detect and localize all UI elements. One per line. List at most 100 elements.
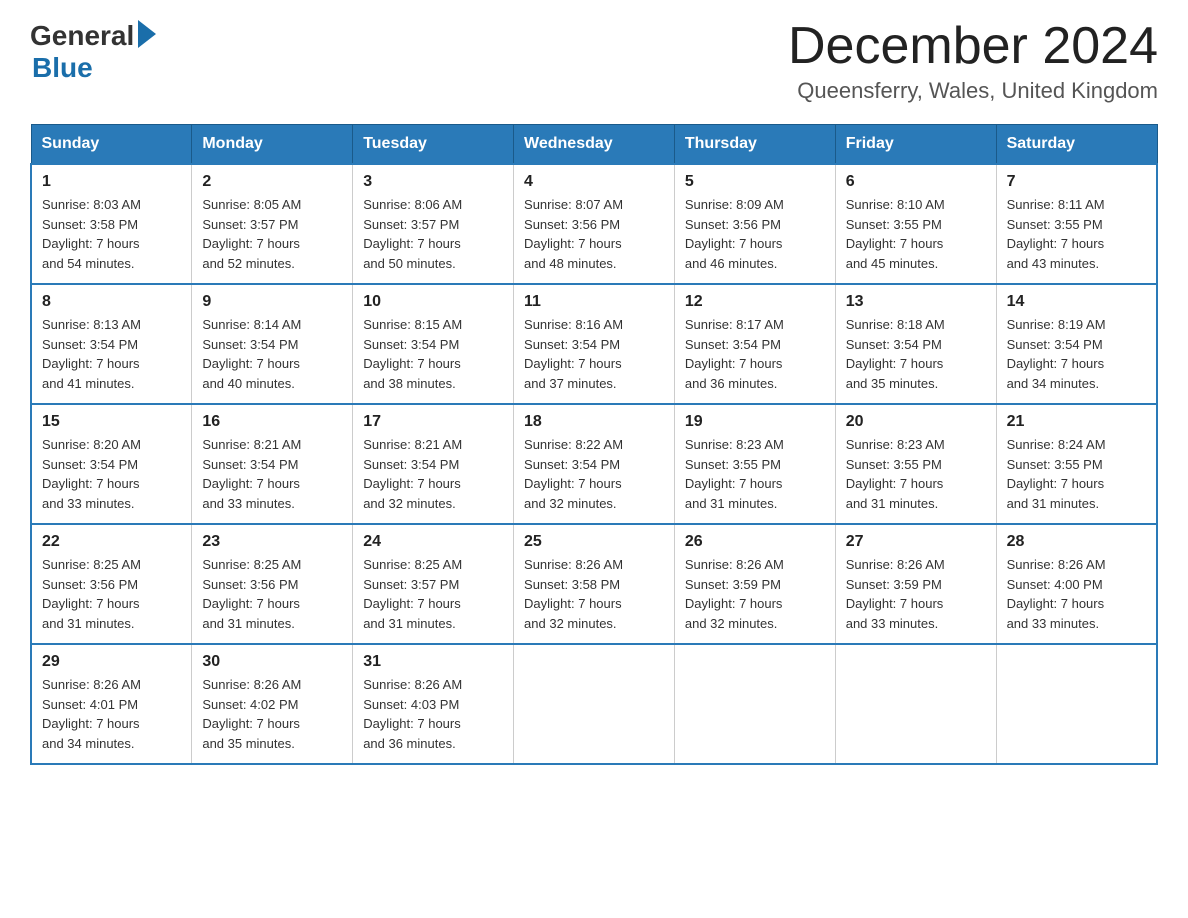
location-text: Queensferry, Wales, United Kingdom [788,78,1158,104]
logo-arrow-icon [138,20,156,48]
calendar-cell: 5 Sunrise: 8:09 AMSunset: 3:56 PMDayligh… [674,164,835,284]
calendar-cell: 21 Sunrise: 8:24 AMSunset: 3:55 PMDaylig… [996,404,1157,524]
day-number: 17 [363,413,503,431]
calendar-cell [514,644,675,764]
day-info: Sunrise: 8:21 AMSunset: 3:54 PMDaylight:… [202,437,301,511]
logo-blue-text: Blue [32,52,93,84]
logo-general-text: General [30,20,134,52]
day-info: Sunrise: 8:23 AMSunset: 3:55 PMDaylight:… [846,437,945,511]
month-title: December 2024 [788,20,1158,72]
calendar-cell: 1 Sunrise: 8:03 AMSunset: 3:58 PMDayligh… [31,164,192,284]
day-number: 3 [363,173,503,191]
calendar-cell: 25 Sunrise: 8:26 AMSunset: 3:58 PMDaylig… [514,524,675,644]
day-number: 15 [42,413,181,431]
header-row: Sunday Monday Tuesday Wednesday Thursday… [31,125,1157,165]
col-wednesday: Wednesday [514,125,675,165]
day-info: Sunrise: 8:26 AMSunset: 4:00 PMDaylight:… [1007,557,1106,631]
calendar-cell: 4 Sunrise: 8:07 AMSunset: 3:56 PMDayligh… [514,164,675,284]
calendar-cell [996,644,1157,764]
calendar-cell: 2 Sunrise: 8:05 AMSunset: 3:57 PMDayligh… [192,164,353,284]
day-number: 28 [1007,533,1146,551]
day-number: 8 [42,293,181,311]
day-number: 25 [524,533,664,551]
day-number: 11 [524,293,664,311]
calendar-cell: 12 Sunrise: 8:17 AMSunset: 3:54 PMDaylig… [674,284,835,404]
day-info: Sunrise: 8:14 AMSunset: 3:54 PMDaylight:… [202,317,301,391]
page-header: General Blue December 2024 Queensferry, … [30,20,1158,104]
calendar-cell: 30 Sunrise: 8:26 AMSunset: 4:02 PMDaylig… [192,644,353,764]
day-info: Sunrise: 8:13 AMSunset: 3:54 PMDaylight:… [42,317,141,391]
day-info: Sunrise: 8:25 AMSunset: 3:56 PMDaylight:… [202,557,301,631]
day-info: Sunrise: 8:22 AMSunset: 3:54 PMDaylight:… [524,437,623,511]
calendar-cell: 11 Sunrise: 8:16 AMSunset: 3:54 PMDaylig… [514,284,675,404]
day-info: Sunrise: 8:16 AMSunset: 3:54 PMDaylight:… [524,317,623,391]
day-number: 31 [363,653,503,671]
calendar-cell: 18 Sunrise: 8:22 AMSunset: 3:54 PMDaylig… [514,404,675,524]
day-info: Sunrise: 8:26 AMSunset: 3:59 PMDaylight:… [846,557,945,631]
calendar-week-row: 8 Sunrise: 8:13 AMSunset: 3:54 PMDayligh… [31,284,1157,404]
calendar-cell: 19 Sunrise: 8:23 AMSunset: 3:55 PMDaylig… [674,404,835,524]
calendar-cell: 9 Sunrise: 8:14 AMSunset: 3:54 PMDayligh… [192,284,353,404]
logo: General Blue [30,20,156,84]
calendar-table: Sunday Monday Tuesday Wednesday Thursday… [30,124,1158,765]
title-block: December 2024 Queensferry, Wales, United… [788,20,1158,104]
calendar-week-row: 15 Sunrise: 8:20 AMSunset: 3:54 PMDaylig… [31,404,1157,524]
day-info: Sunrise: 8:17 AMSunset: 3:54 PMDaylight:… [685,317,784,391]
day-info: Sunrise: 8:20 AMSunset: 3:54 PMDaylight:… [42,437,141,511]
calendar-cell: 26 Sunrise: 8:26 AMSunset: 3:59 PMDaylig… [674,524,835,644]
calendar-cell: 10 Sunrise: 8:15 AMSunset: 3:54 PMDaylig… [353,284,514,404]
day-info: Sunrise: 8:25 AMSunset: 3:56 PMDaylight:… [42,557,141,631]
col-friday: Friday [835,125,996,165]
calendar-cell: 16 Sunrise: 8:21 AMSunset: 3:54 PMDaylig… [192,404,353,524]
day-number: 2 [202,173,342,191]
day-number: 23 [202,533,342,551]
day-number: 22 [42,533,181,551]
day-number: 16 [202,413,342,431]
day-info: Sunrise: 8:24 AMSunset: 3:55 PMDaylight:… [1007,437,1106,511]
day-number: 9 [202,293,342,311]
calendar-cell: 28 Sunrise: 8:26 AMSunset: 4:00 PMDaylig… [996,524,1157,644]
day-info: Sunrise: 8:05 AMSunset: 3:57 PMDaylight:… [202,197,301,271]
calendar-week-row: 29 Sunrise: 8:26 AMSunset: 4:01 PMDaylig… [31,644,1157,764]
calendar-cell: 15 Sunrise: 8:20 AMSunset: 3:54 PMDaylig… [31,404,192,524]
day-number: 20 [846,413,986,431]
col-thursday: Thursday [674,125,835,165]
calendar-week-row: 1 Sunrise: 8:03 AMSunset: 3:58 PMDayligh… [31,164,1157,284]
day-info: Sunrise: 8:15 AMSunset: 3:54 PMDaylight:… [363,317,462,391]
day-info: Sunrise: 8:26 AMSunset: 3:58 PMDaylight:… [524,557,623,631]
calendar-cell [835,644,996,764]
day-number: 29 [42,653,181,671]
calendar-cell: 31 Sunrise: 8:26 AMSunset: 4:03 PMDaylig… [353,644,514,764]
day-number: 26 [685,533,825,551]
col-monday: Monday [192,125,353,165]
calendar-cell: 24 Sunrise: 8:25 AMSunset: 3:57 PMDaylig… [353,524,514,644]
calendar-cell: 20 Sunrise: 8:23 AMSunset: 3:55 PMDaylig… [835,404,996,524]
day-number: 7 [1007,173,1146,191]
day-info: Sunrise: 8:09 AMSunset: 3:56 PMDaylight:… [685,197,784,271]
day-number: 19 [685,413,825,431]
calendar-cell: 8 Sunrise: 8:13 AMSunset: 3:54 PMDayligh… [31,284,192,404]
calendar-cell: 6 Sunrise: 8:10 AMSunset: 3:55 PMDayligh… [835,164,996,284]
day-number: 24 [363,533,503,551]
calendar-cell: 14 Sunrise: 8:19 AMSunset: 3:54 PMDaylig… [996,284,1157,404]
day-number: 4 [524,173,664,191]
day-number: 18 [524,413,664,431]
col-saturday: Saturday [996,125,1157,165]
calendar-week-row: 22 Sunrise: 8:25 AMSunset: 3:56 PMDaylig… [31,524,1157,644]
day-info: Sunrise: 8:21 AMSunset: 3:54 PMDaylight:… [363,437,462,511]
day-number: 6 [846,173,986,191]
day-info: Sunrise: 8:11 AMSunset: 3:55 PMDaylight:… [1007,197,1105,271]
day-info: Sunrise: 8:26 AMSunset: 4:03 PMDaylight:… [363,677,462,751]
calendar-cell: 3 Sunrise: 8:06 AMSunset: 3:57 PMDayligh… [353,164,514,284]
day-info: Sunrise: 8:07 AMSunset: 3:56 PMDaylight:… [524,197,623,271]
day-info: Sunrise: 8:18 AMSunset: 3:54 PMDaylight:… [846,317,945,391]
calendar-cell: 7 Sunrise: 8:11 AMSunset: 3:55 PMDayligh… [996,164,1157,284]
day-info: Sunrise: 8:03 AMSunset: 3:58 PMDaylight:… [42,197,141,271]
day-number: 30 [202,653,342,671]
calendar-cell: 27 Sunrise: 8:26 AMSunset: 3:59 PMDaylig… [835,524,996,644]
day-number: 5 [685,173,825,191]
day-number: 14 [1007,293,1146,311]
calendar-cell: 23 Sunrise: 8:25 AMSunset: 3:56 PMDaylig… [192,524,353,644]
day-info: Sunrise: 8:06 AMSunset: 3:57 PMDaylight:… [363,197,462,271]
day-number: 21 [1007,413,1146,431]
